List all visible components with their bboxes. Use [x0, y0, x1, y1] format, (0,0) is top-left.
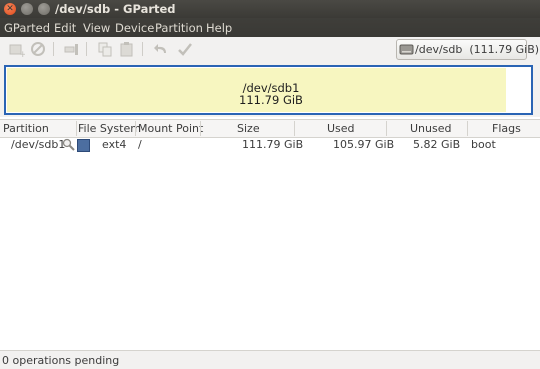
- table-header: Partition File System Mount Point Size U…: [0, 119, 540, 138]
- copy-icon[interactable]: [96, 40, 114, 58]
- column-unused[interactable]: Unused: [410, 122, 451, 135]
- column-divider: [467, 121, 468, 136]
- window-title: /dev/sdb - GParted: [55, 2, 176, 16]
- column-partition[interactable]: Partition: [3, 122, 49, 135]
- cell-used: 105.97 GiB: [333, 138, 395, 151]
- table-row[interactable]: /dev/sdb1 ext4 / 111.79 GiB 105.97 GiB 5…: [0, 137, 540, 153]
- cell-size: 111.79 GiB: [242, 138, 304, 151]
- toolbar-separator: [142, 42, 143, 56]
- close-window-button[interactable]: ✕: [4, 3, 16, 15]
- svg-text:+: +: [19, 50, 25, 58]
- paste-icon[interactable]: [118, 40, 136, 58]
- column-size[interactable]: Size: [237, 122, 260, 135]
- status-bar: 0 operations pending: [0, 350, 540, 369]
- hard-disk-icon: [399, 44, 414, 55]
- menu-device[interactable]: Device: [115, 21, 154, 35]
- graph-partition-size: 111.79 GiB: [239, 93, 303, 107]
- maximize-window-button[interactable]: [38, 3, 50, 15]
- column-mount-point[interactable]: Mount Point: [138, 122, 203, 135]
- device-selector[interactable]: /dev/sdb (111.79 GiB): [396, 39, 539, 60]
- cell-unused: 5.82 GiB: [413, 138, 461, 151]
- filesystem-color-swatch: [77, 139, 90, 152]
- delete-partition-icon[interactable]: [29, 40, 47, 58]
- column-used[interactable]: Used: [327, 122, 355, 135]
- minimize-window-button[interactable]: [21, 3, 33, 15]
- menu-edit[interactable]: Edit: [54, 21, 76, 35]
- toolbar: + /dev/sdb (111.79 GiB): [0, 37, 540, 62]
- toolbar-separator: [53, 42, 54, 56]
- menu-partition[interactable]: Partition: [155, 21, 203, 35]
- partition-graph-area: /dev/sdb1 111.79 GiB: [0, 61, 540, 117]
- undo-icon[interactable]: [152, 40, 170, 58]
- column-divider: [76, 121, 77, 136]
- menu-bar: GParted Edit View Device Partition Help: [0, 18, 540, 37]
- column-file-system[interactable]: File System: [78, 122, 141, 135]
- menu-view[interactable]: View: [83, 21, 110, 35]
- column-flags[interactable]: Flags: [492, 122, 521, 135]
- cell-mount-point: /: [138, 138, 142, 151]
- magnifier-icon: [62, 138, 75, 151]
- menu-gparted[interactable]: GParted: [4, 21, 50, 35]
- column-divider: [200, 121, 201, 136]
- device-selector-label: /dev/sdb (111.79 GiB): [415, 43, 540, 56]
- table-empty-area: [0, 153, 540, 350]
- column-divider: [135, 121, 136, 136]
- apply-icon[interactable]: [176, 40, 194, 58]
- resize-move-icon[interactable]: [62, 40, 80, 58]
- operations-pending-label: 0 operations pending: [2, 354, 120, 367]
- column-divider: [386, 121, 387, 136]
- menu-help[interactable]: Help: [206, 21, 232, 35]
- partition-graph[interactable]: /dev/sdb1 111.79 GiB: [4, 65, 533, 115]
- column-divider: [294, 121, 295, 136]
- cell-filesystem: ext4: [102, 138, 127, 151]
- toolbar-separator: [86, 42, 87, 56]
- title-bar: ✕ /dev/sdb - GParted: [0, 0, 540, 18]
- cell-partition: /dev/sdb1: [11, 138, 66, 151]
- cell-flags: boot: [471, 138, 496, 151]
- new-partition-icon[interactable]: +: [7, 40, 27, 60]
